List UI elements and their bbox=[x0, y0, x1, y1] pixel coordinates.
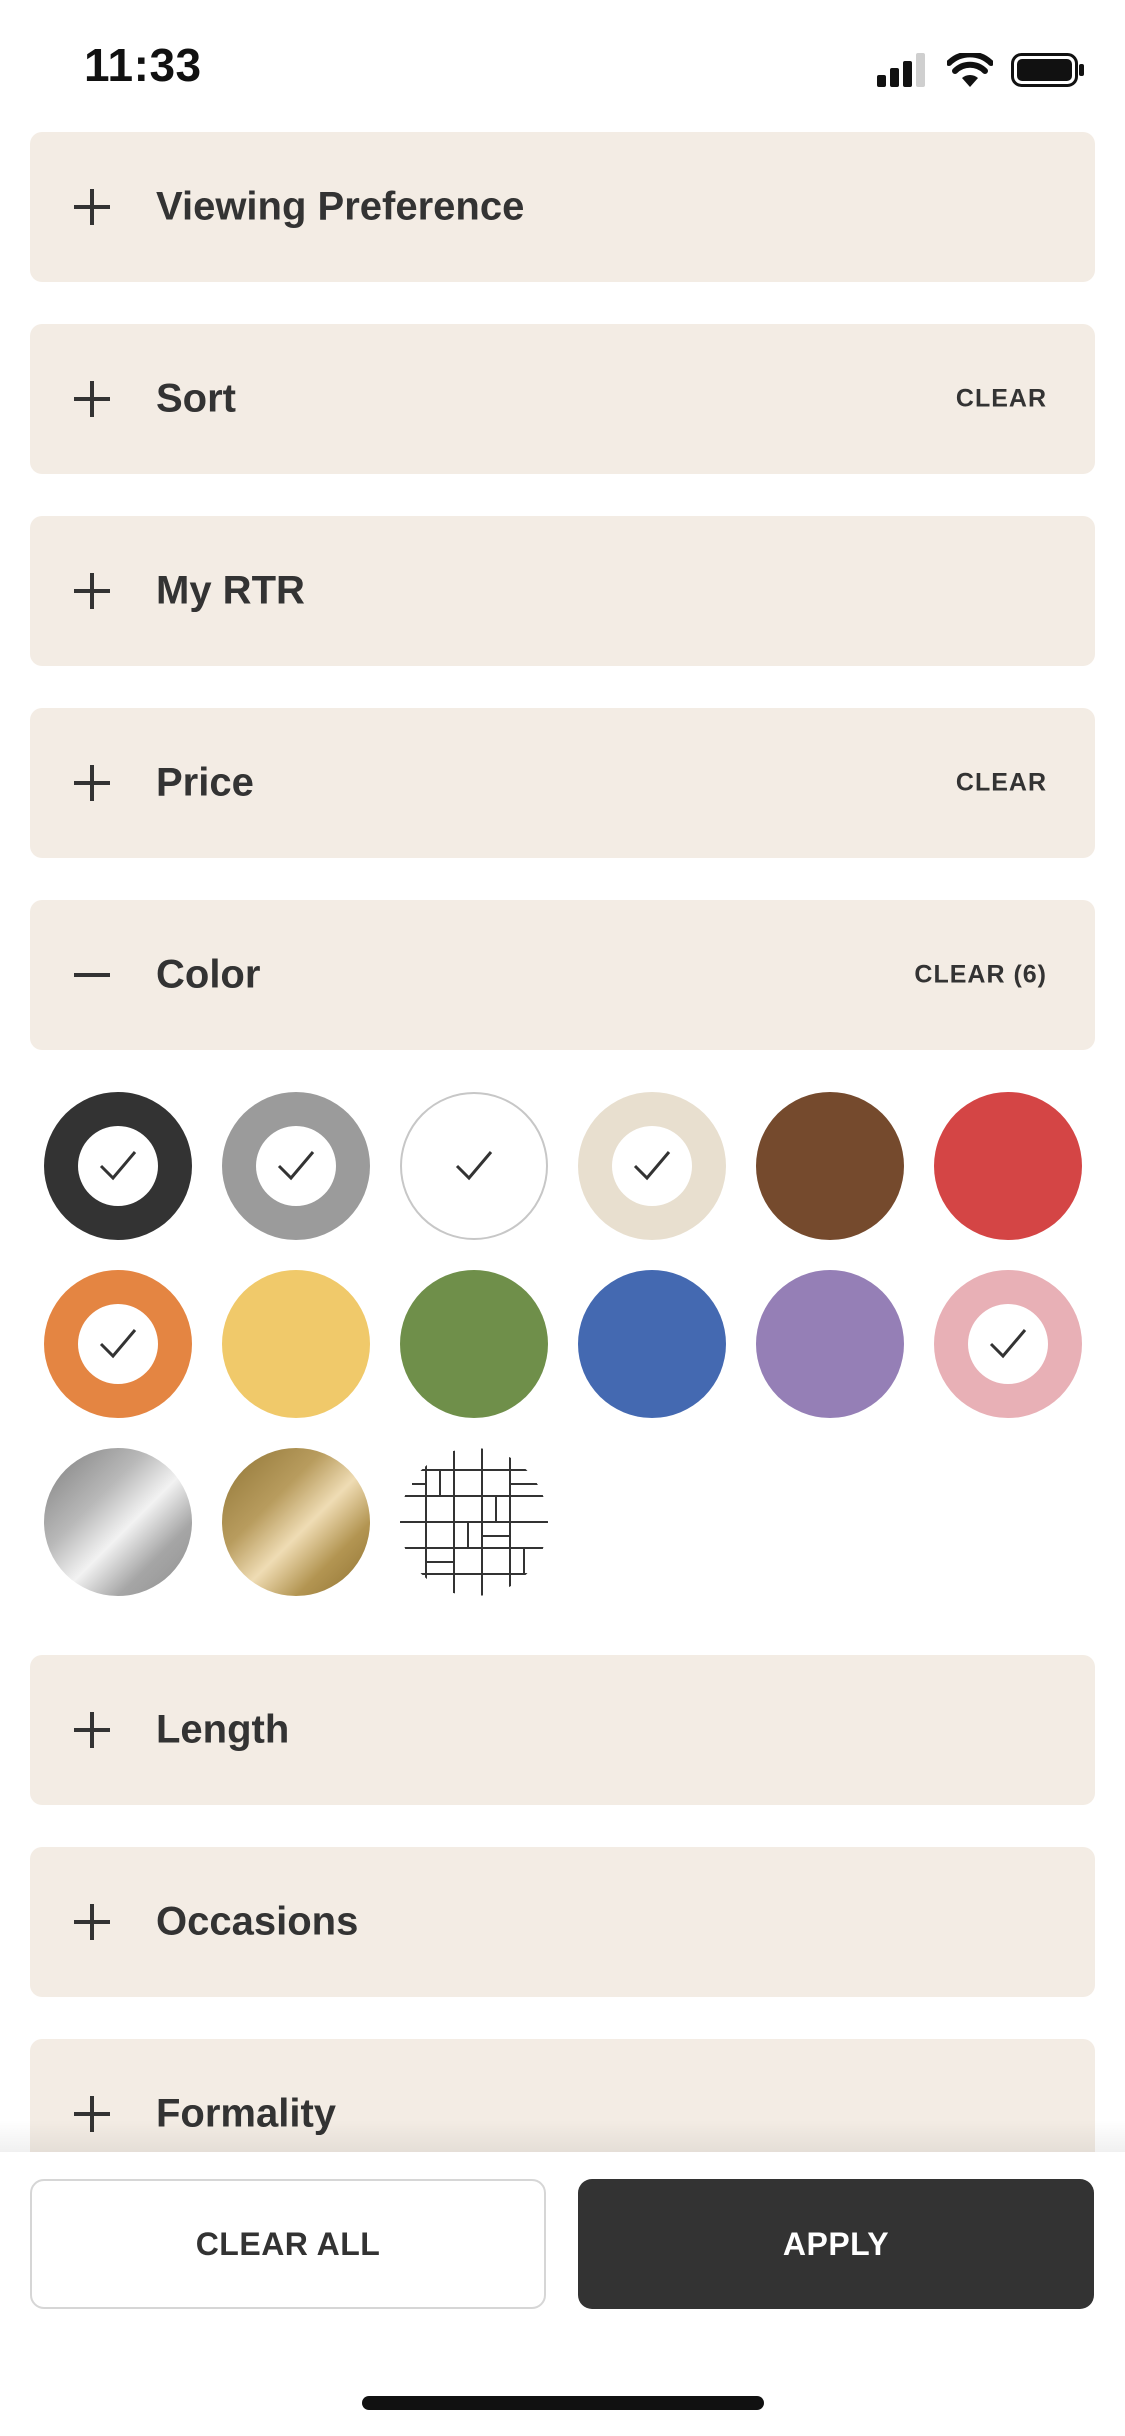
plus-icon bbox=[74, 573, 110, 609]
price-clear-button[interactable]: CLEAR bbox=[956, 769, 1047, 798]
check-icon bbox=[277, 1151, 315, 1181]
panel-title: Sort bbox=[156, 376, 236, 421]
panel-title: Length bbox=[156, 1707, 290, 1752]
check-icon bbox=[99, 1329, 137, 1359]
swatch-white[interactable] bbox=[400, 1092, 548, 1240]
check-icon bbox=[633, 1151, 671, 1181]
panel-sort[interactable]: Sort CLEAR bbox=[30, 324, 1095, 474]
panel-viewing-preference[interactable]: Viewing Preference bbox=[30, 132, 1095, 282]
plus-icon bbox=[74, 381, 110, 417]
plus-icon bbox=[74, 765, 110, 801]
panel-price[interactable]: Price CLEAR bbox=[30, 708, 1095, 858]
status-icons bbox=[877, 50, 1085, 90]
panel-color[interactable]: Color CLEAR (6) bbox=[30, 900, 1095, 1050]
panel-title: Color bbox=[156, 952, 261, 997]
swatch-brown[interactable] bbox=[756, 1092, 904, 1240]
minus-icon bbox=[74, 973, 110, 977]
home-indicator bbox=[362, 2396, 764, 2410]
swatch-purple[interactable] bbox=[756, 1270, 904, 1418]
swatch-black[interactable] bbox=[44, 1092, 192, 1240]
wifi-icon bbox=[947, 53, 993, 87]
swatch-gold[interactable] bbox=[222, 1448, 370, 1596]
panel-occasions[interactable]: Occasions bbox=[30, 1847, 1095, 1997]
status-bar: 11:33 bbox=[0, 0, 1125, 132]
panel-my-rtr[interactable]: My RTR bbox=[30, 516, 1095, 666]
panel-title: Viewing Preference bbox=[156, 184, 525, 229]
swatch-silver[interactable] bbox=[44, 1448, 192, 1596]
check-icon bbox=[989, 1329, 1027, 1359]
swatch-pattern[interactable] bbox=[400, 1448, 548, 1596]
check-icon bbox=[455, 1151, 493, 1181]
clear-all-button[interactable]: CLEAR ALL bbox=[30, 2179, 546, 2309]
swatch-grey[interactable] bbox=[222, 1092, 370, 1240]
plus-icon bbox=[74, 189, 110, 225]
cellular-signal-icon bbox=[877, 53, 925, 87]
check-icon bbox=[99, 1151, 137, 1181]
swatch-yellow[interactable] bbox=[222, 1270, 370, 1418]
apply-button[interactable]: APPLY bbox=[578, 2179, 1094, 2309]
swatch-orange[interactable] bbox=[44, 1270, 192, 1418]
plus-icon bbox=[74, 1904, 110, 1940]
panel-title: Price bbox=[156, 760, 254, 805]
bottom-shadow bbox=[0, 2120, 1125, 2152]
panel-title: My RTR bbox=[156, 568, 305, 613]
swatch-blue[interactable] bbox=[578, 1270, 726, 1418]
pattern-icon bbox=[400, 1448, 548, 1596]
swatch-pink[interactable] bbox=[934, 1270, 1082, 1418]
plus-icon bbox=[74, 1712, 110, 1748]
swatch-cream[interactable] bbox=[578, 1092, 726, 1240]
sort-clear-button[interactable]: CLEAR bbox=[956, 385, 1047, 414]
panel-title: Occasions bbox=[156, 1899, 359, 1944]
status-time: 11:33 bbox=[84, 39, 202, 91]
swatch-green[interactable] bbox=[400, 1270, 548, 1418]
panel-length[interactable]: Length bbox=[30, 1655, 1095, 1805]
battery-icon bbox=[1011, 53, 1084, 87]
color-clear-button[interactable]: CLEAR (6) bbox=[914, 961, 1047, 990]
swatch-red[interactable] bbox=[934, 1092, 1082, 1240]
